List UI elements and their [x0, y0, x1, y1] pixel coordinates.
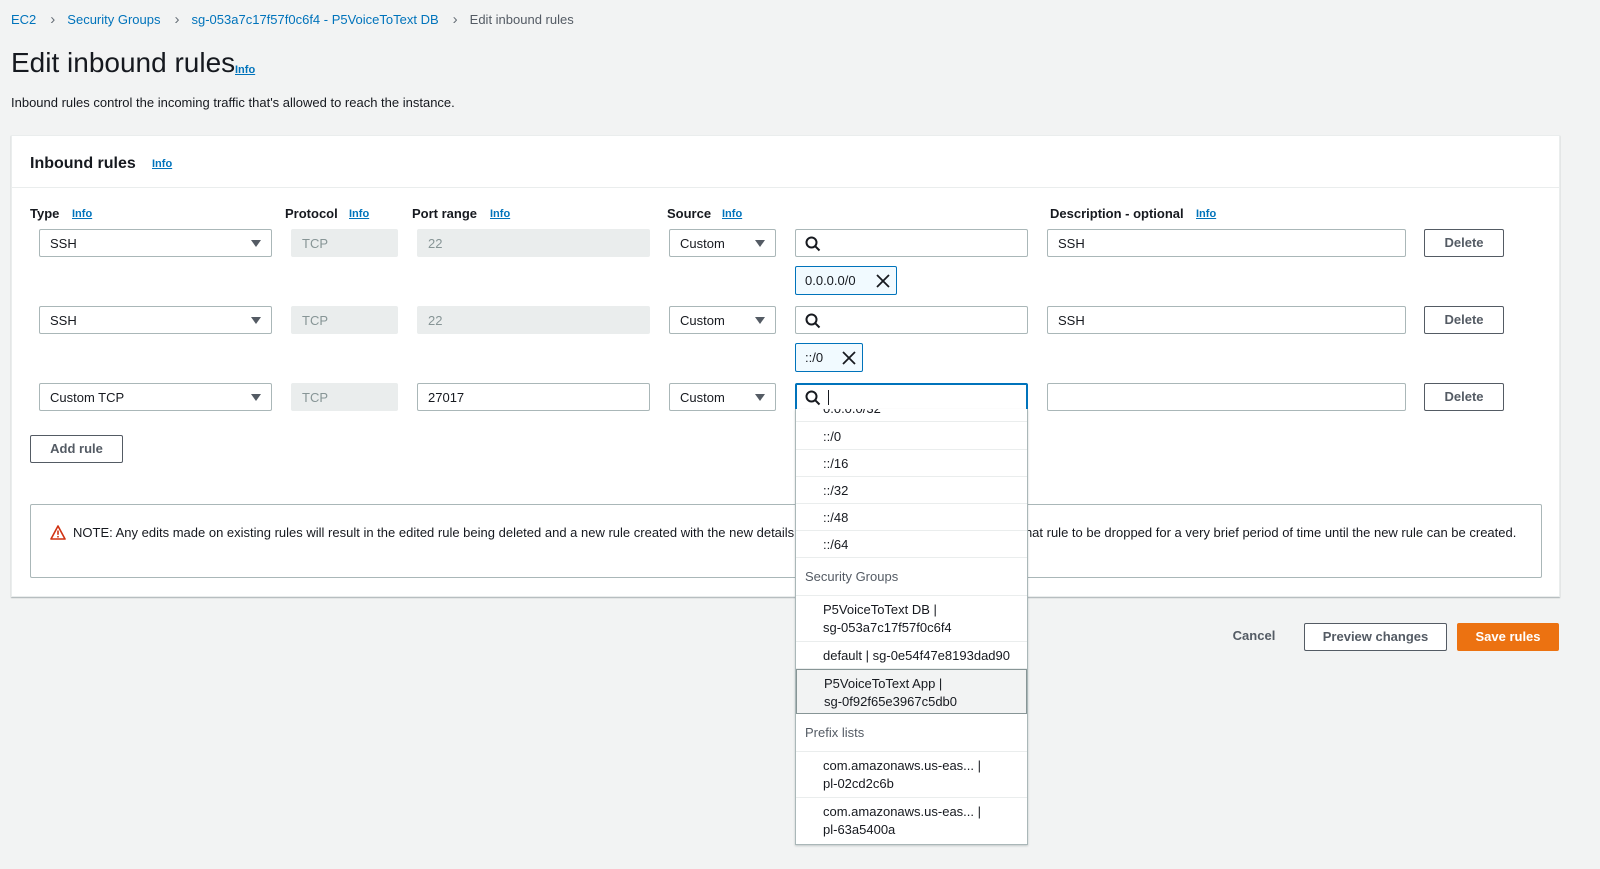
- caret-down-icon: [755, 394, 765, 401]
- rule-description-input[interactable]: SSH: [1047, 306, 1406, 334]
- text-cursor: [828, 390, 829, 405]
- breadcrumb-security-group-id[interactable]: sg-053a7c17f57f0c6f4 - P5VoiceToText DB: [192, 12, 439, 27]
- rule-type-value: Custom TCP: [50, 390, 125, 405]
- port-range-info-link[interactable]: Info: [490, 208, 510, 220]
- page-description: Inbound rules control the incoming traff…: [11, 95, 455, 110]
- option-line-2: pl-63a5400a: [823, 822, 896, 837]
- dropdown-option[interactable]: ::/32: [796, 477, 1027, 504]
- option-line-1: P5VoiceToText App |: [824, 676, 943, 691]
- column-protocol-label: Protocol: [285, 206, 338, 221]
- cancel-button[interactable]: Cancel: [1224, 623, 1284, 651]
- close-icon[interactable]: [842, 351, 856, 365]
- dropdown-option[interactable]: 0.0.0.0/32: [796, 409, 1027, 422]
- source-token-label: ::/0: [805, 350, 824, 365]
- column-port-range-label: Port range: [412, 206, 478, 221]
- chevron-right-icon: ›: [174, 11, 180, 28]
- dropdown-group-label: Prefix lists: [796, 714, 1027, 752]
- rule-type-select[interactable]: SSH: [39, 306, 272, 334]
- source-search-input[interactable]: [795, 306, 1028, 334]
- rule-protocol-field: TCP: [291, 229, 398, 257]
- rule-source-value: Custom: [680, 236, 725, 251]
- dropdown-option-highlighted[interactable]: P5VoiceToText App | sg-0f92f65e3967c5db0: [796, 669, 1027, 714]
- rule-type-value: SSH: [50, 236, 77, 251]
- dropdown-option[interactable]: ::/16: [796, 450, 1027, 477]
- option-line-1: P5VoiceToText DB |: [823, 602, 937, 617]
- rule-port-field: 22: [417, 306, 650, 334]
- option-line-2: sg-0f92f65e3967c5db0: [824, 694, 958, 709]
- search-icon: [805, 390, 821, 406]
- warning-note: NOTE: Any edits made on existing rules w…: [30, 504, 1542, 578]
- rule-type-select[interactable]: Custom TCP: [39, 383, 272, 411]
- warning-icon: [50, 525, 66, 540]
- delete-rule-button[interactable]: Delete: [1424, 229, 1504, 257]
- page-title: Edit inbound rules: [11, 47, 236, 78]
- rule-protocol-field: TCP: [291, 306, 398, 334]
- dropdown-option[interactable]: P5VoiceToText DB | sg-053a7c17f57f0c6f4: [796, 596, 1027, 642]
- rule-type-select[interactable]: SSH: [39, 229, 272, 257]
- rule-source-select[interactable]: Custom: [669, 229, 776, 257]
- source-info-link[interactable]: Info: [722, 208, 742, 220]
- rule-description-input[interactable]: [1047, 383, 1406, 411]
- breadcrumb-current: Edit inbound rules: [469, 12, 574, 27]
- rule-source-value: Custom: [680, 390, 725, 405]
- rule-source-value: Custom: [680, 313, 725, 328]
- source-token: 0.0.0.0/0: [795, 266, 897, 295]
- breadcrumb-security-groups[interactable]: Security Groups: [67, 12, 160, 27]
- option-line-2: pl-02cd2c6b: [823, 776, 894, 791]
- caret-down-icon: [251, 240, 261, 247]
- source-search-input[interactable]: [795, 229, 1028, 257]
- dropdown-option[interactable]: ::/0: [796, 423, 1027, 450]
- type-info-link[interactable]: Info: [72, 208, 92, 220]
- column-description-label: Description - optional: [1050, 206, 1184, 221]
- dropdown-option[interactable]: ::/64: [796, 531, 1027, 558]
- chevron-right-icon: ›: [452, 11, 458, 28]
- rule-port-input[interactable]: 27017: [417, 383, 650, 411]
- dropdown-option[interactable]: ::/48: [796, 504, 1027, 531]
- description-info-link[interactable]: Info: [1196, 208, 1216, 220]
- rule-description-input[interactable]: SSH: [1047, 229, 1406, 257]
- column-source-label: Source: [667, 206, 712, 221]
- panel-title: Inbound rules: [30, 155, 136, 172]
- dropdown-option[interactable]: com.amazonaws.us-eas... | pl-63a5400a: [796, 798, 1027, 844]
- dropdown-group-label: Security Groups: [796, 558, 1027, 596]
- panel-header: Inbound rules Info: [12, 136, 1559, 188]
- preview-changes-button[interactable]: Preview changes: [1304, 623, 1447, 651]
- source-dropdown-menu: 0.0.0.0/32 ::/0 ::/16 ::/32 ::/48 ::/64 …: [795, 409, 1028, 845]
- rule-type-value: SSH: [50, 313, 77, 328]
- rule-source-select[interactable]: Custom: [669, 306, 776, 334]
- search-icon: [805, 313, 821, 329]
- option-line-1: com.amazonaws.us-eas... |: [823, 804, 981, 819]
- caret-down-icon: [251, 394, 261, 401]
- source-search-input-active[interactable]: [795, 383, 1028, 411]
- add-rule-button[interactable]: Add rule: [30, 435, 123, 463]
- rule-port-field: 22: [417, 229, 650, 257]
- close-icon[interactable]: [876, 274, 890, 288]
- save-rules-button[interactable]: Save rules: [1457, 623, 1559, 651]
- caret-down-icon: [251, 317, 261, 324]
- page-info-link[interactable]: Info: [235, 64, 255, 76]
- dropdown-option[interactable]: com.amazonaws.us-eas... | pl-02cd2c6b: [796, 752, 1027, 798]
- chevron-right-icon: ›: [50, 11, 56, 28]
- breadcrumb: EC2 › Security Groups › sg-053a7c17f57f0…: [11, 11, 574, 28]
- caret-down-icon: [755, 240, 765, 247]
- column-type-label: Type: [30, 206, 60, 221]
- panel-info-link[interactable]: Info: [152, 158, 172, 170]
- rule-protocol-field: TCP: [291, 383, 398, 411]
- breadcrumb-ec2[interactable]: EC2: [11, 12, 36, 27]
- caret-down-icon: [755, 317, 765, 324]
- search-icon: [805, 236, 821, 252]
- source-token-label: 0.0.0.0/0: [805, 273, 856, 288]
- source-token: ::/0: [795, 343, 863, 372]
- protocol-info-link[interactable]: Info: [349, 208, 369, 220]
- option-line-1: com.amazonaws.us-eas... |: [823, 758, 981, 773]
- rule-source-select[interactable]: Custom: [669, 383, 776, 411]
- delete-rule-button[interactable]: Delete: [1424, 306, 1504, 334]
- dropdown-option[interactable]: default | sg-0e54f47e8193dad90: [796, 642, 1027, 669]
- delete-rule-button[interactable]: Delete: [1424, 383, 1504, 411]
- option-line-2: sg-053a7c17f57f0c6f4: [823, 620, 952, 635]
